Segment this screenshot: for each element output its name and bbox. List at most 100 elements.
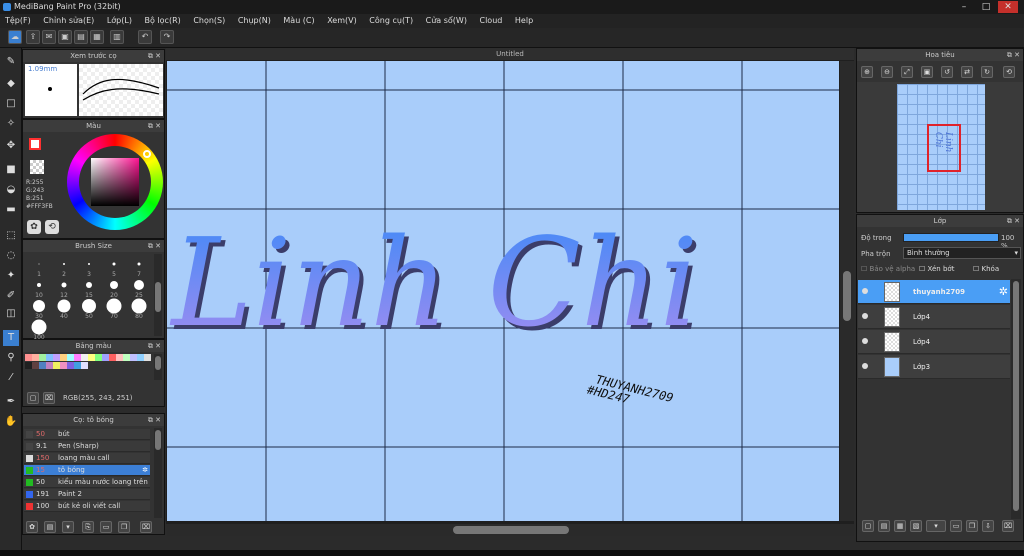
layout-icon[interactable]: ▥: [110, 30, 124, 44]
brush-duplicate-icon[interactable]: ❐: [118, 521, 130, 533]
drawing-canvas[interactable]: Linh Chi Linh Chi THUYANH2709 #HD247: [167, 61, 839, 521]
layer-row[interactable]: Lớp4: [858, 305, 1010, 329]
brush-list-item[interactable]: 50 bút: [24, 429, 150, 440]
brush-folder-icon[interactable]: ▭: [100, 521, 112, 533]
palette-swatch-grid[interactable]: [25, 354, 153, 374]
delete-brush-icon[interactable]: ⌧: [140, 521, 152, 533]
navigator-preview[interactable]: Linh Chi: [857, 82, 1023, 212]
brush-list-item[interactable]: 150 loang màu call: [24, 453, 150, 464]
panel-close-icon[interactable]: ⧉ ✕: [1007, 215, 1020, 227]
brush-menu-icon[interactable]: ▾: [62, 521, 74, 533]
palette-swatch[interactable]: [123, 354, 130, 361]
brush-list-item[interactable]: 50 kiểu màu nước loang trên: [24, 477, 150, 488]
palette-swatch[interactable]: [25, 354, 32, 361]
selection-tool-icon[interactable]: □: [3, 96, 19, 112]
menu-layer[interactable]: Lớp(L): [102, 14, 137, 28]
brush-copy-icon[interactable]: ⎘: [82, 521, 94, 533]
brush-list-item[interactable]: 9.1 Pen (Sharp): [24, 441, 150, 452]
panel-close-icon[interactable]: ⧉ ✕: [148, 414, 161, 426]
primary-color-swatch[interactable]: [29, 138, 41, 150]
palette-swatch[interactable]: [116, 354, 123, 361]
palette-swatch[interactable]: [60, 362, 67, 369]
palette-swatch[interactable]: [67, 362, 74, 369]
palette-swatch[interactable]: [32, 354, 39, 361]
palette-swatch[interactable]: [109, 354, 116, 361]
brush-list-item[interactable]: 100 bút kẻ oli viết call: [24, 501, 150, 512]
blend-mode-select[interactable]: Bình thường ▾: [903, 247, 1021, 259]
hand-tool-icon[interactable]: ✋: [3, 414, 19, 430]
close-button[interactable]: ✕: [998, 1, 1018, 13]
palette-swatch[interactable]: [130, 354, 137, 361]
brush-size-cell[interactable]: 40: [52, 296, 76, 320]
layer-row[interactable]: thuyanh2709 ✲: [858, 280, 1010, 304]
grid-settings-icon[interactable]: ▦: [90, 30, 104, 44]
export-icon[interactable]: ▣: [58, 30, 72, 44]
eyedropper-icon[interactable]: ⁄: [3, 370, 19, 386]
brush-size-scrollbar[interactable]: [154, 254, 162, 336]
palette-swatch[interactable]: [74, 362, 81, 369]
palette-swatch[interactable]: [39, 354, 46, 361]
layer-row[interactable]: Lớp4: [858, 330, 1010, 354]
select-pen-icon[interactable]: ✐: [3, 288, 19, 304]
fit-window-icon[interactable]: ⤢: [901, 66, 913, 78]
cloud-icon[interactable]: ☁: [8, 30, 22, 44]
comment-icon[interactable]: ✉: [42, 30, 56, 44]
zoom-out-icon[interactable]: ⊖: [881, 66, 893, 78]
panel-close-icon[interactable]: ⧉ ✕: [1007, 49, 1020, 61]
rotate-right-icon[interactable]: ↻: [981, 66, 993, 78]
flip-icon[interactable]: ⇄: [961, 66, 973, 78]
palette-swatch[interactable]: [81, 354, 88, 361]
palette-swatch[interactable]: [46, 354, 53, 361]
brush-settings-icon[interactable]: ✿: [26, 521, 38, 533]
transparent-swatch[interactable]: [30, 160, 44, 174]
menu-help[interactable]: Help: [510, 14, 538, 28]
visibility-icon[interactable]: [862, 313, 868, 319]
layer-row[interactable]: Lớp3: [858, 355, 1010, 379]
delete-layer-icon[interactable]: ⌧: [1002, 520, 1014, 532]
gear-icon[interactable]: ✲: [999, 285, 1008, 298]
hue-wheel[interactable]: [67, 134, 163, 230]
visibility-icon[interactable]: [862, 338, 868, 344]
palette-swatch[interactable]: [25, 362, 32, 369]
menu-select[interactable]: Chọn(S): [188, 14, 230, 28]
palette-swatch[interactable]: [67, 354, 74, 361]
new-8bit-layer-icon[interactable]: ▦: [894, 520, 906, 532]
upload-icon[interactable]: ⇪: [26, 30, 40, 44]
menu-edit[interactable]: Chỉnh sửa(E): [38, 14, 99, 28]
merge-down-icon[interactable]: ⇩: [982, 520, 994, 532]
menu-snap[interactable]: Chụp(N): [233, 14, 276, 28]
palette-swatch[interactable]: [32, 362, 39, 369]
new-halftone-layer-icon[interactable]: ▤: [878, 520, 890, 532]
maximize-button[interactable]: □: [976, 1, 996, 13]
menu-filter[interactable]: Bộ lọc(R): [140, 14, 186, 28]
palette-icon[interactable]: ✿: [27, 220, 41, 234]
palette-scrollbar[interactable]: [154, 354, 162, 380]
magic-wand-icon[interactable]: ✧: [3, 116, 19, 132]
lasso-icon[interactable]: ◌: [3, 248, 19, 264]
brush-list-item[interactable]: 191 Paint 2: [24, 489, 150, 500]
palette-swatch[interactable]: [53, 362, 60, 369]
pen-tool-icon[interactable]: ✒: [3, 394, 19, 410]
gear-icon[interactable]: ✲: [142, 465, 148, 476]
bucket-tool-icon[interactable]: ◒: [3, 182, 19, 198]
opacity-slider[interactable]: [903, 233, 999, 242]
brush-tool-icon[interactable]: ✎: [3, 54, 19, 70]
palette-swatch[interactable]: [137, 354, 144, 361]
minimize-button[interactable]: –: [954, 1, 974, 13]
panel-close-icon[interactable]: ⧉ ✕: [148, 50, 161, 62]
brush-size-cell[interactable]: 80: [127, 296, 151, 320]
redo-icon[interactable]: ↷: [160, 30, 174, 44]
brush-list-scrollbar[interactable]: [154, 428, 162, 518]
eraser-tool-icon[interactable]: ◆: [3, 76, 19, 92]
reset-view-icon[interactable]: ⟲: [1003, 66, 1015, 78]
canvas-tab[interactable]: Untitled: [166, 48, 854, 60]
layer-folder-icon[interactable]: ▭: [950, 520, 962, 532]
delete-palette-icon[interactable]: ⌧: [43, 392, 55, 404]
clipping-checkbox[interactable]: ☐ Xén bớt: [919, 265, 954, 273]
menu-color[interactable]: Màu (C): [278, 14, 319, 28]
palette-swatch[interactable]: [60, 354, 67, 361]
text-tool-icon[interactable]: T: [3, 330, 19, 346]
menu-file[interactable]: Tệp(F): [0, 14, 36, 28]
hue-handle[interactable]: [143, 150, 151, 158]
fill-shape-icon[interactable]: ■: [3, 162, 19, 178]
